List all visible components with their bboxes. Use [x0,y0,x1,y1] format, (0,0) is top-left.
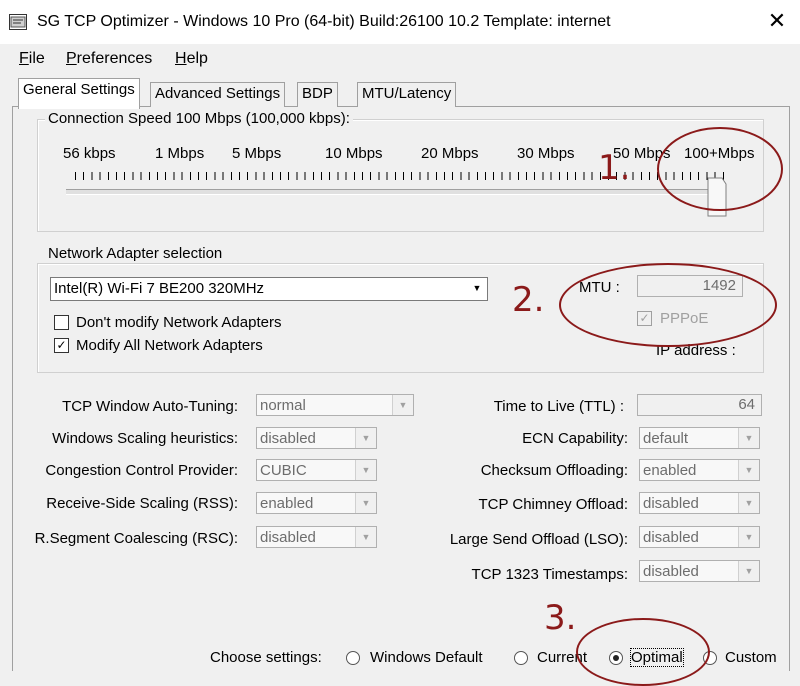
select-value: disabled [260,430,316,447]
rsc-select[interactable]: disabled ▼ [256,526,377,548]
radio-windows-default[interactable] [346,651,360,665]
dont-modify-label: Don't modify Network Adapters [76,314,282,331]
chevron-down-icon: ▼ [738,460,759,480]
select-value: disabled [643,495,699,512]
ttl-label: Time to Live (TTL) : [493,398,624,415]
adapter-select[interactable]: Intel(R) Wi-Fi 7 BE200 320MHz ▼ [50,277,488,301]
tick-label: 20 Mbps [421,145,479,162]
speed-slider-track[interactable] [66,189,726,195]
congestion-control-select[interactable]: CUBIC ▼ [256,459,377,481]
tick-label: 56 kbps [63,145,116,162]
menu-file[interactable]: File [19,50,45,68]
lso-label: Large Send Offload (LSO): [449,531,628,548]
timestamps-label: TCP 1323 Timestamps: [471,566,628,583]
annotation-ellipse-2 [559,263,777,347]
select-value: disabled [643,563,699,580]
tab-mtu-latency[interactable]: MTU/Latency [357,82,457,107]
tab-bdp[interactable]: BDP [297,82,338,107]
tcp-window-autotuning-select[interactable]: normal ▼ [256,394,414,416]
dont-modify-checkbox[interactable] [54,315,69,330]
lso-select[interactable]: disabled ▼ [639,526,760,548]
annotation-2: 2. [512,280,545,320]
tick-label: 30 Mbps [517,145,575,162]
windows-scaling-label: Windows Scaling heuristics: [52,430,238,447]
annotation-ellipse-1 [657,127,783,211]
congestion-control-label: Congestion Control Provider: [45,462,238,479]
chevron-down-icon: ▼ [738,527,759,547]
select-value: enabled [260,495,314,512]
adapter-group-label: Network Adapter selection [45,245,226,262]
chevron-down-icon: ▼ [738,561,759,581]
select-value: disabled [260,529,316,546]
select-value: disabled [643,529,699,546]
close-icon[interactable]: ✕ [762,6,792,36]
annotation-1: 1. [598,148,631,188]
ecn-select[interactable]: default ▼ [639,427,760,449]
chevron-down-icon: ▼ [392,395,413,415]
timestamps-select[interactable]: disabled ▼ [639,560,760,582]
tab-advanced-settings[interactable]: Advanced Settings [150,82,286,107]
checksum-label: Checksum Offloading: [480,462,628,479]
ttl-field[interactable]: 64 [637,394,762,416]
window-title: SG TCP Optimizer - Windows 10 Pro (64-bi… [37,13,611,30]
chevron-down-icon: ▼ [355,460,376,480]
radio-current[interactable] [514,651,528,665]
windows-default-label: Windows Default [370,649,483,666]
checksum-select[interactable]: enabled ▼ [639,459,760,481]
modify-all-label: Modify All Network Adapters [76,337,263,354]
chevron-down-icon: ▼ [738,493,759,513]
chimney-select[interactable]: disabled ▼ [639,492,760,514]
menu-help[interactable]: Help [175,50,208,68]
chevron-down-icon: ▼ [355,493,376,513]
modify-all-checkbox[interactable]: ✓ [54,338,69,353]
chevron-down-icon: ▼ [355,428,376,448]
chevron-down-icon: ▼ [467,278,487,298]
select-value: default [643,430,689,447]
tick-label: 10 Mbps [325,145,383,162]
annotation-3: 3. [544,598,577,638]
rss-label: Receive-Side Scaling (RSS): [46,495,238,512]
tcp-window-autotuning-label: TCP Window Auto-Tuning: [62,398,238,415]
menu-preferences[interactable]: Preferences [66,50,152,68]
ecn-label: ECN Capability: [522,430,628,447]
select-value: normal [260,397,306,414]
select-value: enabled [643,462,697,479]
select-value: CUBIC [260,462,307,479]
tick-label: 1 Mbps [155,145,205,162]
windows-scaling-select[interactable]: disabled ▼ [256,427,377,449]
chevron-down-icon: ▼ [355,527,376,547]
rsc-label: R.Segment Coalescing (RSC): [34,530,238,547]
rss-select[interactable]: enabled ▼ [256,492,377,514]
chimney-label: TCP Chimney Offload: [478,496,628,513]
choose-settings-label: Choose settings: [210,649,322,666]
chevron-down-icon: ▼ [738,428,759,448]
connection-speed-label: Connection Speed 100 Mbps (100,000 kbps)… [45,110,353,127]
custom-label: Custom [725,649,777,666]
app-icon [9,14,27,30]
adapter-select-value: Intel(R) Wi-Fi 7 BE200 320MHz [54,280,265,297]
annotation-ellipse-3 [576,618,710,686]
tick-label: 5 Mbps [232,145,282,162]
tab-general-settings[interactable]: General Settings [18,78,140,109]
